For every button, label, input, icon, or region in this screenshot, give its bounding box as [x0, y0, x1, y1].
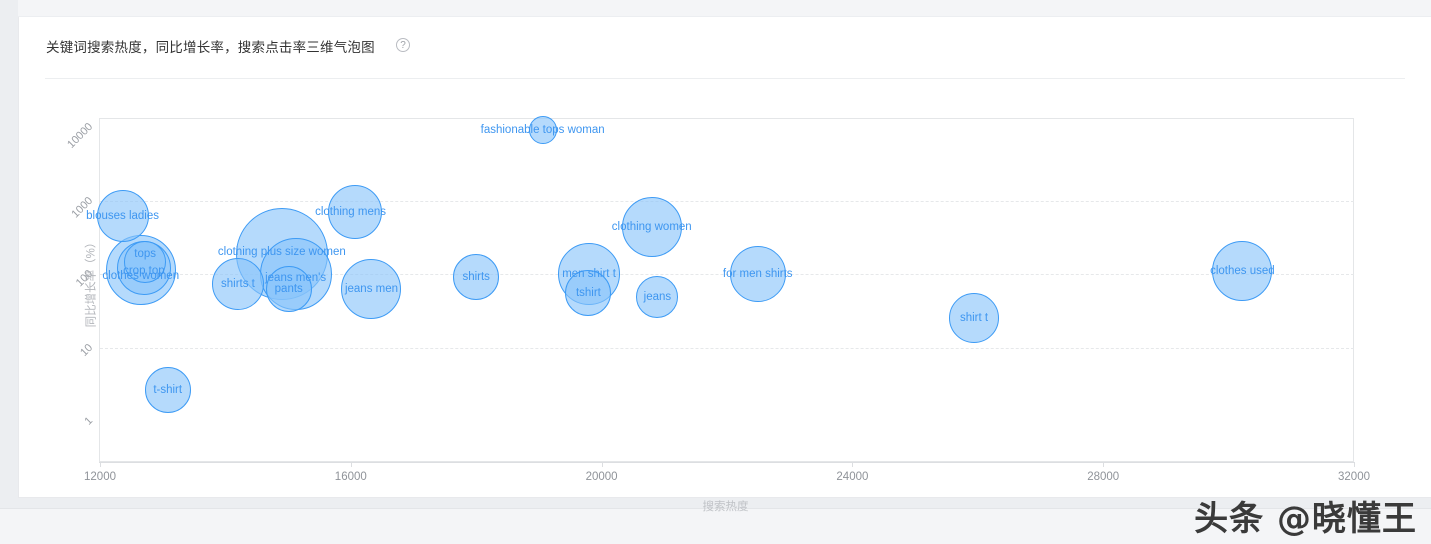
bubble-point[interactable]	[96, 189, 149, 242]
page-title: 关键词搜索热度，同比增长率，搜索点击率三维气泡图	[46, 40, 375, 55]
x-axis-tick-label: 20000	[585, 471, 618, 483]
y-axis-tick-label: 10	[78, 341, 96, 359]
bubble-point[interactable]	[729, 246, 786, 302]
x-axis-tick-mark	[1103, 462, 1105, 467]
x-axis-tick-mark	[601, 462, 603, 467]
bubble-point[interactable]	[341, 259, 402, 320]
bubble-point[interactable]	[453, 254, 500, 301]
x-axis-tick-label: 16000	[334, 471, 367, 483]
gridline	[100, 200, 1354, 202]
bubble-point[interactable]	[211, 258, 264, 311]
bubble-point[interactable]	[636, 276, 679, 319]
bubble-point[interactable]	[949, 293, 1000, 344]
watermark: 头条 @晓懂王	[1194, 499, 1417, 539]
bubble-point[interactable]	[124, 241, 167, 284]
gridline	[100, 347, 1354, 349]
page-backdrop-top	[0, 0, 1431, 16]
screenshot-root: 关键词搜索热度，同比增长率，搜索点击率三维气泡图 ? 1 10 100 1000 100…	[0, 0, 1431, 544]
x-axis-tick-label: 28000	[1087, 471, 1120, 483]
y-axis-tick-label: 10000	[65, 120, 96, 151]
bubble-point[interactable]	[327, 184, 382, 239]
x-axis-tick-label: 32000	[1338, 471, 1370, 483]
y-axis-tick-label: 1	[82, 414, 96, 428]
x-axis-tick-label: 24000	[836, 471, 869, 483]
bubble-point[interactable]	[144, 367, 191, 414]
x-axis-tick-label: 12000	[84, 471, 116, 483]
chart-card: 关键词搜索热度，同比增长率，搜索点击率三维气泡图 ? 1 10 100 1000 100…	[18, 17, 1431, 513]
x-axis-tick-mark	[100, 462, 101, 467]
x-axis-line	[99, 462, 1355, 463]
help-circle-icon[interactable]: ?	[396, 38, 410, 52]
bubble-point[interactable]	[565, 270, 612, 317]
bubble-point[interactable]	[621, 197, 682, 258]
bubble-point[interactable]	[265, 266, 312, 313]
page-backdrop-left	[0, 0, 18, 544]
bubble-chart: 1 10 100 1000 10000 同比增长率（%） 12000 16000 20000…	[19, 78, 1431, 513]
bubble-point[interactable]	[528, 116, 557, 145]
bubble-point[interactable]	[1212, 240, 1273, 301]
card-header: 关键词搜索热度，同比增长率，搜索点击率三维气泡图 ?	[19, 17, 1431, 79]
y-axis-title: 同比增长率（%）	[85, 236, 98, 328]
x-axis-tick-mark	[852, 462, 854, 467]
x-axis-tick-mark	[1354, 462, 1355, 467]
x-axis-tick-mark	[350, 462, 352, 467]
